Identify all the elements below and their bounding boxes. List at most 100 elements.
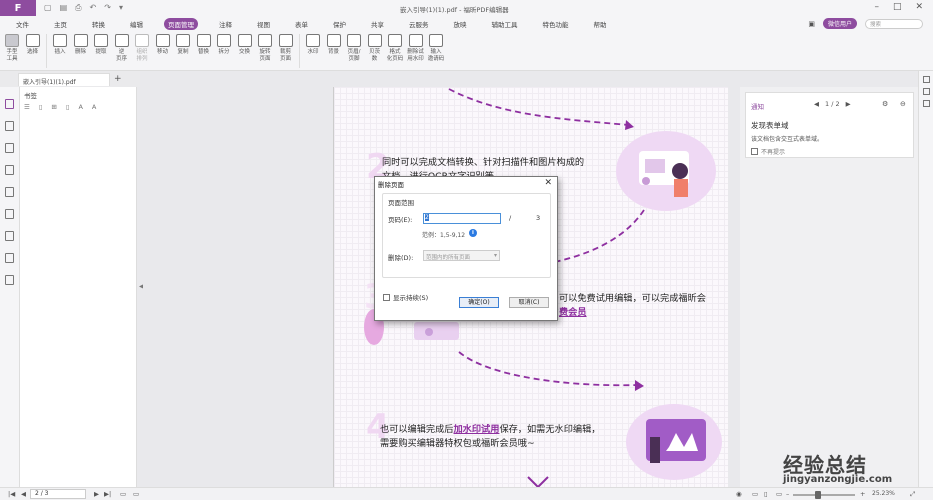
bookmark-options-icon[interactable]: ☰: [24, 103, 30, 111]
undo-icon[interactable]: ↶: [90, 3, 97, 13]
facing-icon[interactable]: ▭: [776, 490, 782, 498]
next-notice-icon[interactable]: ▶: [846, 100, 851, 108]
single-page-icon[interactable]: ▭: [752, 490, 758, 498]
hand-tool[interactable]: 手型 工具: [2, 31, 22, 63]
menu-item-11[interactable]: 放映: [450, 18, 471, 30]
menu-item-7[interactable]: 表单: [291, 18, 312, 30]
dialog-close-icon[interactable]: ✕: [544, 178, 552, 188]
swap-tool[interactable]: 交换: [235, 31, 255, 56]
properties-icon[interactable]: [922, 100, 930, 107]
print-icon[interactable]: ⎙: [75, 3, 81, 13]
eye-icon[interactable]: ◉: [736, 490, 742, 498]
zoom-slider[interactable]: [793, 494, 855, 496]
format-pages-tool[interactable]: 格式 化页码: [385, 31, 405, 63]
zoom-out-icon[interactable]: –: [786, 490, 789, 498]
close-icon[interactable]: ✕: [915, 2, 923, 12]
signature-panel-icon[interactable]: [5, 253, 14, 263]
search-input[interactable]: 搜索: [865, 18, 923, 29]
pages-input[interactable]: 2: [423, 213, 501, 224]
menu-item-5[interactable]: 注释: [215, 18, 236, 30]
bates-tool[interactable]: 贝茨 数: [365, 31, 385, 63]
minimize-icon[interactable]: –: [874, 2, 879, 12]
menu-item-3[interactable]: 编辑: [126, 18, 147, 30]
font-up-icon[interactable]: A: [78, 103, 82, 111]
delete-bookmark-icon[interactable]: ▯: [39, 103, 43, 111]
add-bookmark-icon[interactable]: ⊞: [51, 103, 56, 111]
new-tab-icon[interactable]: +: [114, 74, 122, 84]
fullscreen-icon[interactable]: ⤢: [910, 490, 915, 499]
link-panel-icon[interactable]: [5, 275, 14, 285]
grid-view-icon[interactable]: [922, 76, 930, 83]
two-page-icon[interactable]: ▭: [133, 490, 139, 498]
page-indicator[interactable]: 2 / 3: [30, 489, 86, 499]
cancel-button[interactable]: 取消(C): [509, 297, 549, 308]
header-footer-tool[interactable]: 页眉/ 页脚: [344, 31, 364, 63]
menu-item-14[interactable]: 帮助: [590, 18, 611, 30]
font-down-icon[interactable]: A: [92, 103, 96, 111]
insert-tool[interactable]: 插入: [50, 31, 70, 56]
form-panel-icon[interactable]: [5, 231, 14, 241]
minimize-panel-icon[interactable]: ⊖: [900, 100, 906, 108]
checkbox-box[interactable]: [383, 293, 390, 301]
security-panel-icon[interactable]: [5, 209, 14, 219]
prev-page-icon[interactable]: ◀: [21, 490, 26, 498]
attachment-panel-icon[interactable]: [5, 187, 14, 197]
first-page-icon[interactable]: |◀: [8, 490, 15, 498]
expand-bookmark-icon[interactable]: ▯: [66, 103, 70, 111]
info-icon[interactable]: i: [469, 229, 477, 237]
watermark-tool[interactable]: 水印: [303, 31, 323, 56]
delete-tool[interactable]: 删除: [71, 31, 91, 56]
user-button[interactable]: 微信用户: [822, 18, 857, 29]
menu-item-9[interactable]: 共享: [367, 18, 388, 30]
zoom-level[interactable]: 25.23%: [872, 490, 895, 497]
remove-trial-tool[interactable]: 删除试 用水印: [406, 31, 426, 63]
save-icon[interactable]: ▤: [60, 3, 68, 13]
open-icon[interactable]: ▢: [44, 3, 52, 13]
next-page-icon[interactable]: ▶: [94, 490, 99, 498]
watermark-trial-link[interactable]: 加水印试用: [454, 424, 500, 435]
menu-item-12[interactable]: 辅助工具: [488, 18, 522, 30]
invite-code-tool[interactable]: 输入 邀请码: [426, 31, 446, 63]
rotate-tool[interactable]: 旋转 页面: [255, 31, 275, 63]
zoom-in-icon[interactable]: +: [860, 490, 865, 498]
page-text-3-link[interactable]: 费会员: [559, 306, 587, 320]
maximize-icon[interactable]: □: [893, 2, 902, 12]
menu-item-10[interactable]: 云服务: [405, 18, 433, 30]
layers-panel-icon[interactable]: [5, 165, 14, 175]
prev-notice-icon[interactable]: ◀: [814, 100, 819, 108]
canvas-scrollbar[interactable]: [728, 87, 735, 487]
bookmark-panel-icon[interactable]: [5, 99, 14, 109]
dont-show-box[interactable]: [751, 148, 758, 155]
background-tool[interactable]: 背景: [324, 31, 344, 56]
comment-panel-icon[interactable]: [5, 143, 14, 153]
menu-item-13[interactable]: 特色功能: [539, 18, 573, 30]
list-view-icon[interactable]: [922, 88, 930, 95]
view-mode-icon[interactable]: ▭: [120, 490, 126, 498]
zoom-slider-knob[interactable]: [815, 491, 821, 499]
reverse-tool[interactable]: 逆 页序: [112, 31, 132, 63]
crop-tool[interactable]: 裁剪 页面: [276, 31, 296, 63]
document-tab[interactable]: 嵌入引导(1)(1).pdf: [18, 72, 110, 86]
select-tool[interactable]: 选择: [23, 31, 43, 56]
dont-show-checkbox[interactable]: 不再提示: [751, 147, 785, 156]
organize-tool[interactable]: 组织 排列: [132, 31, 152, 63]
continuous-icon[interactable]: ▯: [764, 490, 768, 498]
settings-icon[interactable]: ⚙: [882, 100, 888, 108]
menu-item-0[interactable]: 文件: [12, 18, 33, 30]
menu-item-4[interactable]: 页面管理: [164, 17, 198, 30]
extract-tool[interactable]: 提取: [91, 31, 111, 56]
layout-icon[interactable]: ▣: [808, 20, 815, 28]
move-tool[interactable]: 移动: [153, 31, 173, 56]
redo-icon[interactable]: ↷: [104, 3, 111, 13]
menu-item-1[interactable]: 主页: [50, 18, 71, 30]
thumbnail-panel-icon[interactable]: [5, 121, 14, 131]
delete-select[interactable]: 范围内的所有页面 ▾: [423, 250, 500, 261]
menu-item-8[interactable]: 保护: [329, 18, 350, 30]
replace-tool[interactable]: 替换: [194, 31, 214, 56]
menu-item-2[interactable]: 转换: [88, 18, 109, 30]
last-page-icon[interactable]: ▶|: [104, 490, 111, 498]
ok-button[interactable]: 确定(O): [459, 297, 499, 308]
split-tool[interactable]: 拆分: [214, 31, 234, 56]
copy-tool[interactable]: 复制: [173, 31, 193, 56]
membership-link[interactable]: 费会员: [559, 307, 587, 318]
